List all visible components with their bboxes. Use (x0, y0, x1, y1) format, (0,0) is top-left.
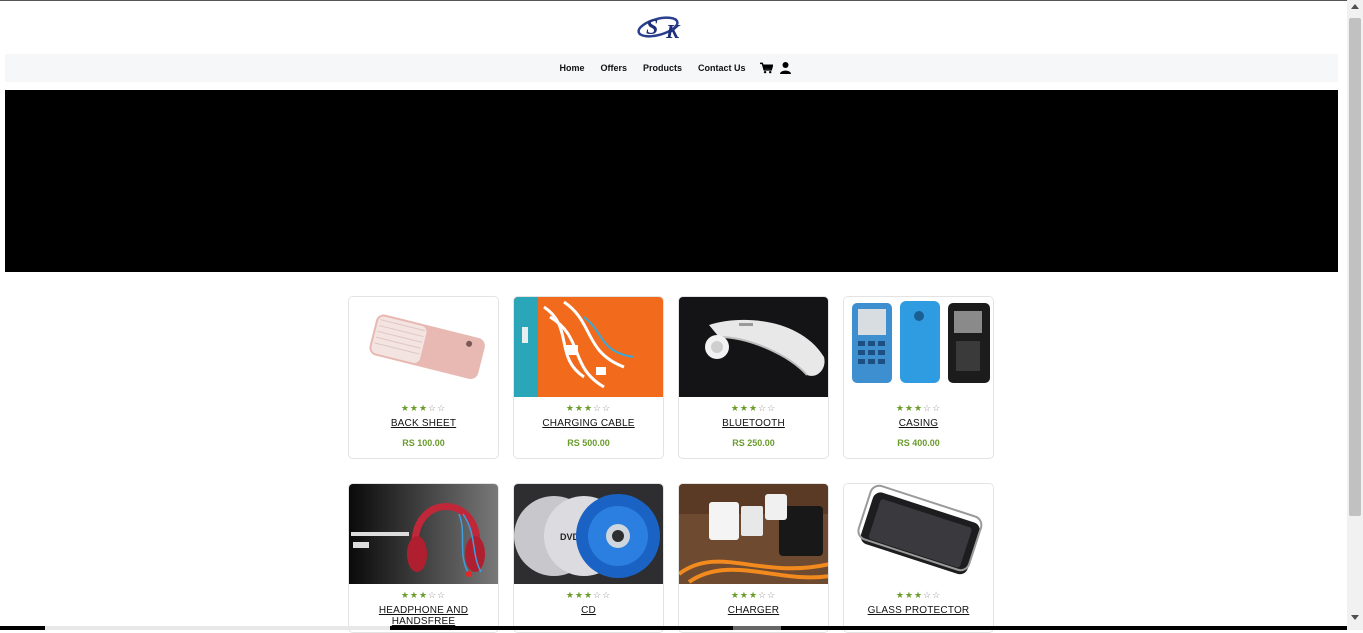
back-sheet-image (349, 297, 498, 397)
nav-products[interactable]: Products (635, 54, 690, 82)
bluetooth-headset-image (679, 297, 828, 397)
glass-protector-image (844, 484, 993, 584)
product-card-glass-protector[interactable]: ★★★☆☆ GLASS PROTECTOR (843, 483, 994, 633)
svg-text:K: K (665, 21, 681, 42)
scrollbar-thumb[interactable] (1349, 18, 1361, 516)
charging-cable-image (514, 297, 663, 397)
product-title[interactable]: GLASS PROTECTOR (844, 605, 993, 616)
product-title[interactable]: CHARGER (679, 605, 828, 616)
nav-home[interactable]: Home (551, 54, 592, 82)
bottom-bar (0, 626, 1347, 630)
casing-image (844, 297, 993, 397)
charger-image (679, 484, 828, 584)
rating-stars: ★★★☆☆ (730, 403, 777, 413)
bottom-bar-segment (45, 626, 390, 630)
rating-stars: ★★★☆☆ (400, 590, 447, 600)
rating-stars: ★★★☆☆ (895, 590, 942, 600)
product-card-back-sheet[interactable]: ★★★☆☆ BACK SHEET RS 100.00 (348, 296, 499, 459)
rating-stars: ★★★☆☆ (895, 403, 942, 413)
main-navbar: Home Offers Products Contact Us (5, 54, 1338, 82)
cd-dvd-image: DVD (514, 484, 663, 584)
window-top-border (0, 0, 1363, 1)
rating-stars: ★★★☆☆ (730, 590, 777, 600)
user-icon[interactable] (779, 62, 792, 74)
product-title[interactable]: BLUETOOTH (679, 418, 828, 429)
product-title[interactable]: CHARGING CABLE (514, 418, 663, 429)
scroll-down-arrow-icon[interactable] (1351, 615, 1359, 620)
product-title[interactable]: BACK SHEET (349, 418, 498, 429)
product-card-casing[interactable]: ★★★☆☆ CASING RS 400.00 (843, 296, 994, 459)
nav-contact-us[interactable]: Contact Us (690, 54, 754, 82)
scroll-up-arrow-icon[interactable] (1351, 4, 1359, 9)
product-price: RS 250.00 (732, 438, 775, 448)
bottom-bar-segment (733, 626, 781, 630)
rating-stars: ★★★☆☆ (565, 403, 612, 413)
product-title[interactable]: CASING (844, 418, 993, 429)
rating-stars: ★★★☆☆ (400, 403, 447, 413)
product-card-cd[interactable]: DVD ★★★☆☆ CD (513, 483, 664, 633)
product-card-charger[interactable]: ★★★☆☆ CHARGER (678, 483, 829, 633)
product-card-charging-cable[interactable]: ★★★☆☆ CHARGING CABLE RS 500.00 (513, 296, 664, 459)
rating-stars: ★★★☆☆ (565, 590, 612, 600)
product-price: RS 500.00 (567, 438, 610, 448)
product-title[interactable]: HEADPHONE AND HANDSFREE (349, 605, 498, 627)
hero-banner (5, 90, 1338, 272)
cart-icon[interactable] (759, 62, 773, 74)
nav-offers[interactable]: Offers (592, 54, 635, 82)
product-price: RS 400.00 (897, 438, 940, 448)
product-card-headphone-and-handsfree[interactable]: ★★★☆☆ HEADPHONE AND HANDSFREE (348, 483, 499, 633)
sk-logo[interactable]: S K (636, 10, 696, 42)
headphone-image (349, 484, 498, 584)
product-card-bluetooth[interactable]: ★★★☆☆ BLUETOOTH RS 250.00 (678, 296, 829, 459)
svg-text:S: S (646, 14, 658, 39)
product-price: RS 100.00 (402, 438, 445, 448)
product-title[interactable]: CD (514, 605, 663, 616)
